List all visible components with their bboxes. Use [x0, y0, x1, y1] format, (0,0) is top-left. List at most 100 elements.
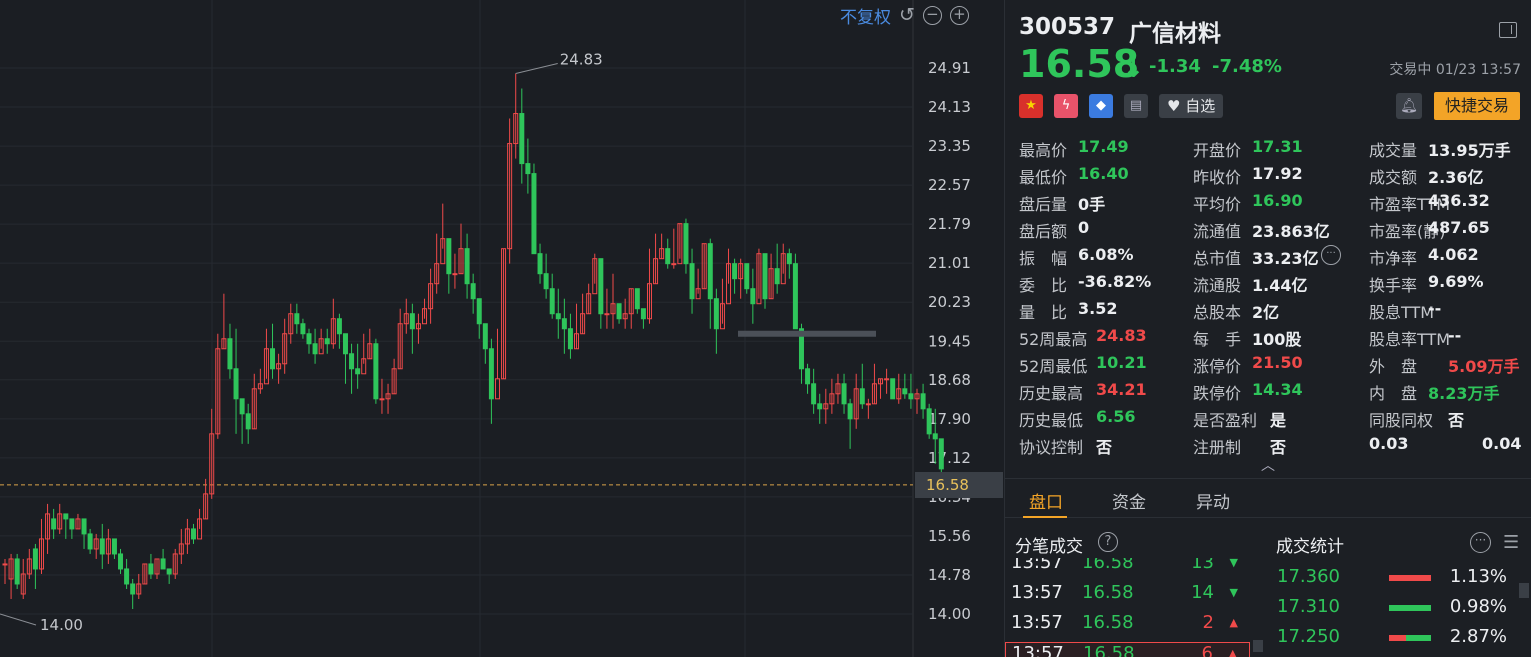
candle-body [488, 348, 494, 400]
trade-stat-price: 17.310 [1277, 596, 1340, 617]
zoom-out-icon[interactable]: − [922, 5, 942, 25]
help-icon[interactable]: ? [1098, 532, 1118, 552]
trade-status: 交易中 01/23 13:57 [1389, 62, 1521, 78]
up-triangle-icon: ▲ [1228, 647, 1237, 657]
stat-label: 涨停价 [1193, 357, 1242, 376]
zoom-in-icon[interactable]: + [949, 5, 969, 25]
stat-value: 24.83 [1096, 326, 1147, 345]
bell-icon[interactable]: 🔔︎ [1396, 93, 1422, 119]
tab-order-book[interactable]: 盘口 [1029, 488, 1063, 513]
stat-label: 总股本 [1193, 303, 1242, 322]
trade-stat-bar [1389, 575, 1431, 581]
stat-label: 最高价 [1019, 141, 1068, 160]
candle-body [671, 263, 677, 266]
stat-label: 内 盘 [1369, 384, 1418, 403]
tick-scrollbar[interactable] [1253, 640, 1263, 652]
stat-value: 16.40 [1078, 164, 1129, 183]
price-change: -1.34 [1149, 56, 1201, 77]
stat-label: 股息TTM [1369, 303, 1435, 322]
candle-body [306, 333, 312, 345]
watchlist-button[interactable]: ♥ 自选 [1159, 94, 1224, 118]
tag-icon[interactable]: ◆ [1089, 94, 1113, 118]
candle-body [130, 583, 136, 595]
stat-value: 9.69% [1428, 272, 1484, 291]
stat-value: 5.09万手 [1448, 357, 1520, 376]
candle-body [470, 283, 476, 300]
more-icon[interactable]: ··· [1470, 532, 1491, 553]
stat-value: 0手 [1078, 195, 1106, 214]
candle-body [865, 403, 871, 406]
tick-list[interactable]: 13:57 16.58 13 ▼ 13:57 16.58 14 ▼ 13:57 16.58 2 ▲ 13… [1005, 558, 1250, 657]
stat-value: 是 [1270, 411, 1287, 430]
stat-value: 8.23万手 [1428, 384, 1500, 403]
kline-svg[interactable]: 24.91 24.13 23.35 22.57 21.79 21.01 20.23 19.45… [0, 0, 1003, 657]
candle-body [14, 558, 20, 585]
candle-body [561, 318, 567, 330]
candle-body [744, 263, 750, 290]
layout-icon[interactable] [1499, 22, 1517, 38]
candle-body [476, 298, 482, 325]
candle-body [245, 413, 251, 430]
stat-value: 34.21 [1096, 380, 1147, 399]
trade-stat-row: 17.310 0.98% [1265, 596, 1525, 624]
list-icon[interactable]: ☰ [1503, 532, 1519, 553]
tab-alerts[interactable]: 异动 [1196, 488, 1230, 513]
trade-stat-bar [1389, 635, 1431, 641]
stats-scrollbar[interactable] [1519, 583, 1529, 598]
candle-body [87, 533, 93, 550]
candle-body [598, 258, 604, 315]
candle-body [890, 378, 896, 400]
quote-panel: 300537 广信材料 16.58 ↓ -1.34 -7.48% 交易中 01/… [1004, 0, 1531, 657]
more-icon[interactable]: ··· [1321, 245, 1341, 265]
y-tick-label: 19.45 [928, 332, 971, 350]
down-triangle-icon: ▼ [1229, 586, 1238, 599]
tick-time: 13:57 [1011, 582, 1063, 603]
stat-label: 委 比 [1019, 276, 1068, 295]
stat-label: 最低价 [1019, 168, 1068, 187]
tick-time: 13:57 [1012, 643, 1064, 657]
candle-body [342, 333, 348, 355]
tick-price: 16.58 [1083, 643, 1135, 657]
stat-label: 量 比 [1019, 303, 1068, 322]
adjust-mode-button[interactable]: 不复权 [840, 3, 891, 28]
reset-icon[interactable]: ↺ [899, 4, 915, 26]
tab-funds[interactable]: 资金 [1112, 488, 1146, 513]
candle-body [774, 268, 780, 285]
tick-volume: 2 [1202, 612, 1214, 633]
tick-volume: 6 [1201, 643, 1213, 657]
y-tick-label: 24.91 [928, 59, 971, 77]
candle-body [537, 253, 543, 275]
collapse-icon[interactable]: ︿ [1261, 455, 1275, 475]
candle-body [786, 253, 792, 265]
stat-value: 13.95万手 [1428, 141, 1511, 160]
sell-fill [1389, 605, 1431, 611]
trade-stat-price: 17.250 [1277, 626, 1340, 647]
candle-body [300, 323, 306, 335]
low-annotation: 14.00 [40, 616, 83, 634]
candle-body [932, 433, 938, 440]
candle-body [683, 223, 689, 265]
candle-body [124, 568, 130, 585]
candle-body [689, 263, 695, 300]
y-tick-label: 17.12 [928, 449, 971, 467]
candle-body [811, 383, 817, 405]
stat-label: 历史最高 [1019, 384, 1084, 403]
high-annotation: 24.83 [560, 51, 603, 69]
y-tick-label: 14.78 [928, 566, 971, 584]
candle-body [805, 368, 811, 385]
candle-body [355, 368, 361, 375]
stat-label: 协议控制 [1019, 438, 1084, 457]
quick-trade-button[interactable]: 快捷交易 [1434, 92, 1520, 120]
stat-label: 盘后量 [1019, 195, 1068, 214]
stat-label: 成交额 [1369, 168, 1418, 187]
stat-value: 17.31 [1252, 137, 1303, 156]
stat-value: 23.863亿 [1252, 222, 1330, 241]
candle-body [713, 298, 719, 330]
tick-volume: 13 [1191, 558, 1214, 573]
note-icon[interactable]: ▤ [1124, 94, 1148, 118]
kline-chart[interactable]: 24.91 24.13 23.35 22.57 21.79 21.01 20.23 19.45… [0, 0, 1003, 657]
trade-stats-list[interactable]: 17.360 1.13% 17.310 0.98% 17.250 2.87% [1265, 558, 1525, 657]
flash-icon[interactable]: ϟ [1054, 94, 1078, 118]
stat-label: 平均价 [1193, 195, 1242, 214]
y-tick-label: 14.00 [928, 605, 971, 623]
